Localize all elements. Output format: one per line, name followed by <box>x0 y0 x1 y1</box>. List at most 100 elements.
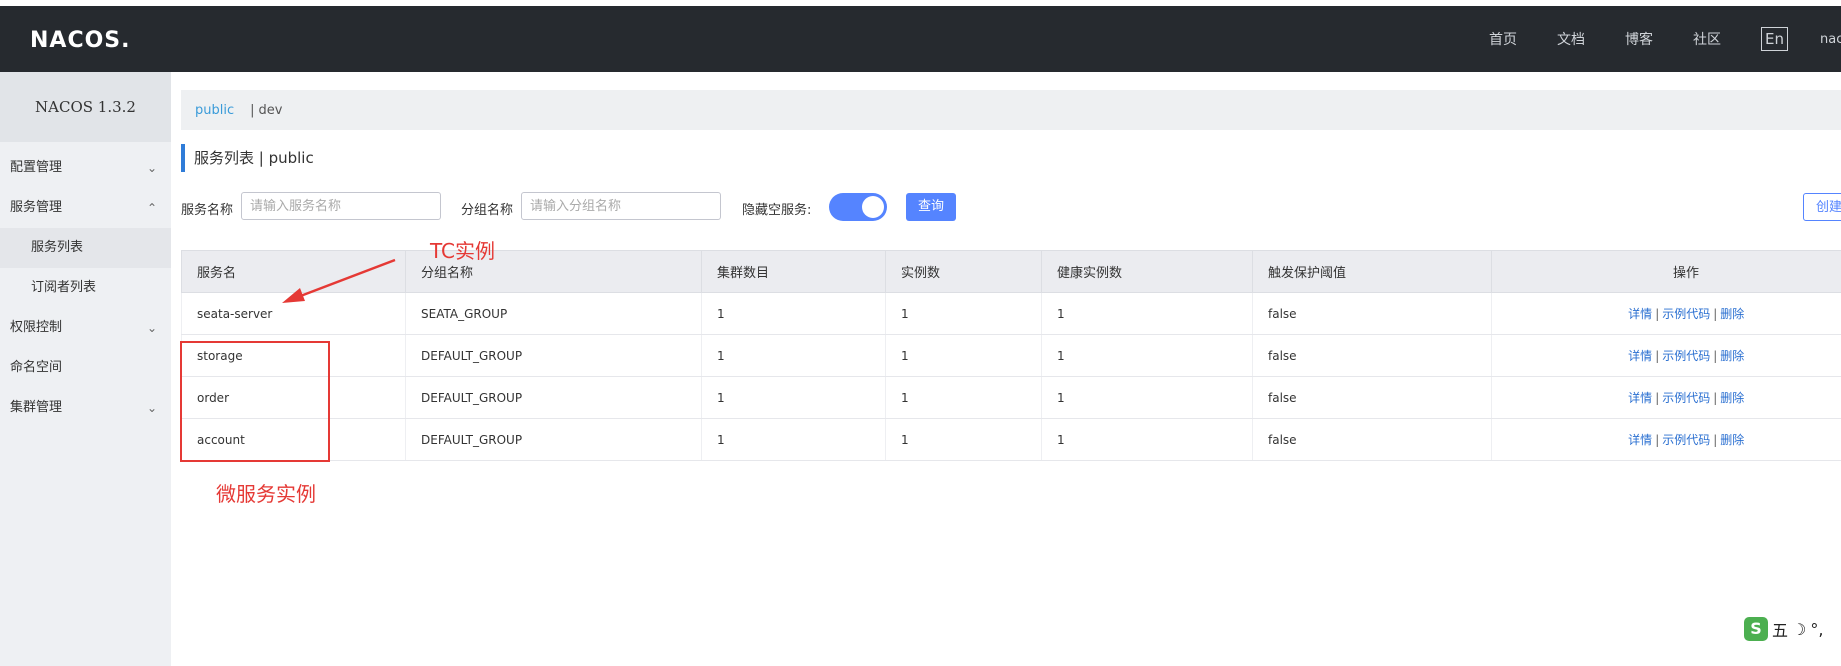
column-header-operations: 操作 <box>1491 250 1841 293</box>
chevron-down-icon: ⌄ <box>146 401 157 415</box>
moon-icon[interactable]: ☽ <box>1792 620 1806 639</box>
op-separator: | <box>1713 349 1718 363</box>
query-button[interactable]: 查询 <box>906 193 956 221</box>
table-row: order DEFAULT_GROUP 1 1 1 false 详情 | 示例代码 |… <box>181 376 1841 419</box>
page-title: 服务列表 | public <box>181 144 314 172</box>
delete-link[interactable]: 删除 <box>1720 433 1744 447</box>
top-header: NACOS. 首页 文档 博客 社区 En nacos <box>0 6 1841 72</box>
column-header-healthy-count[interactable]: 健康实例数 <box>1041 250 1253 293</box>
top-nav: 首页 文档 博客 社区 En nacos <box>1489 6 1841 72</box>
namespace-public-link[interactable]: public <box>195 103 234 118</box>
cluster-count-cell: 1 <box>701 334 886 377</box>
delete-link[interactable]: 删除 <box>1720 349 1744 363</box>
cluster-count-cell: 1 <box>701 376 886 419</box>
sidebar-item-service-management[interactable]: 服务管理 ⌃ <box>0 188 171 228</box>
group-name-cell: DEFAULT_GROUP <box>405 376 702 419</box>
ime-mode-indicator[interactable]: 五 <box>1772 617 1788 641</box>
instance-count-cell: 1 <box>885 292 1042 335</box>
instance-count-cell: 1 <box>885 334 1042 377</box>
threshold-cell: false <box>1252 292 1492 335</box>
hide-empty-label: 隐藏空服务: <box>742 203 812 218</box>
threshold-cell: false <box>1252 334 1492 377</box>
sample-code-link[interactable]: 示例代码 <box>1662 349 1710 363</box>
tc-instance-annotation: TC实例 <box>430 239 496 263</box>
sidebar-item-label: 权限控制 <box>10 320 63 335</box>
punctuation-indicator[interactable]: °, <box>1810 620 1823 639</box>
column-header-instance-count[interactable]: 实例数 <box>885 250 1042 293</box>
delete-link[interactable]: 删除 <box>1720 391 1744 405</box>
sample-code-link[interactable]: 示例代码 <box>1662 307 1710 321</box>
column-header-protect-threshold[interactable]: 触发保护阈值 <box>1252 250 1492 293</box>
detail-link[interactable]: 详情 <box>1628 307 1652 321</box>
user-menu[interactable]: nacos <box>1820 32 1841 47</box>
sample-code-link[interactable]: 示例代码 <box>1662 433 1710 447</box>
create-service-button[interactable]: 创建服务 <box>1803 193 1841 221</box>
op-separator: | <box>1655 391 1660 405</box>
annotation-arrow <box>282 258 396 303</box>
service-name-label: 服务名称 <box>181 203 234 218</box>
operations-cell: 详情 | 示例代码 | 删除 <box>1491 376 1841 419</box>
sidebar-item-subscriber-list[interactable]: 订阅者列表 <box>0 268 171 308</box>
nacos-logo[interactable]: NACOS. <box>30 28 131 53</box>
sidebar-item-config-management[interactable]: 配置管理 ⌄ <box>0 148 171 188</box>
column-header-cluster-count[interactable]: 集群数目 <box>701 250 886 293</box>
namespace-separator: | <box>250 102 255 118</box>
table-row: seata-server SEATA_GROUP 1 1 1 false 详情 |… <box>181 292 1841 335</box>
sidebar-item-namespace[interactable]: 命名空间 <box>0 348 171 388</box>
op-separator: | <box>1655 349 1660 363</box>
op-separator: | <box>1655 433 1660 447</box>
sidebar-item-label: 服务管理 <box>10 200 63 215</box>
sogou-ime-icon[interactable]: S <box>1744 617 1768 641</box>
sidebar-item-label: 集群管理 <box>10 400 63 415</box>
group-name-cell: DEFAULT_GROUP <box>405 334 702 377</box>
sidebar-item-cluster-management[interactable]: 集群管理 ⌄ <box>0 388 171 428</box>
service-name-input[interactable] <box>241 192 441 220</box>
chevron-up-icon: ⌃ <box>146 201 157 215</box>
service-table: 服务名 分组名称 集群数目 实例数 健康实例数 触发保护阈值 操作 seata-… <box>181 250 1841 461</box>
sidebar-item-permission-control[interactable]: 权限控制 ⌄ <box>0 308 171 348</box>
detail-link[interactable]: 详情 <box>1628 391 1652 405</box>
op-separator: | <box>1713 433 1718 447</box>
toggle-knob <box>862 196 884 218</box>
operations-cell: 详情 | 示例代码 | 删除 <box>1491 334 1841 377</box>
sidebar-item-service-list[interactable]: 服务列表 <box>0 228 171 268</box>
nav-home-link[interactable]: 首页 <box>1489 29 1517 49</box>
sidebar: NACOS 1.3.2 配置管理 ⌄ 服务管理 ⌃ 服务列表 订阅者列表 权限控… <box>0 72 171 666</box>
delete-link[interactable]: 删除 <box>1720 307 1744 321</box>
nav-community-link[interactable]: 社区 <box>1693 29 1721 49</box>
chevron-down-icon: ⌄ <box>146 321 157 335</box>
namespace-bar: public | dev <box>181 90 1841 130</box>
sample-code-link[interactable]: 示例代码 <box>1662 391 1710 405</box>
cluster-count-cell: 1 <box>701 292 886 335</box>
nav-blog-link[interactable]: 博客 <box>1625 29 1653 49</box>
sidebar-item-label: 配置管理 <box>10 160 63 175</box>
operations-cell: 详情 | 示例代码 | 删除 <box>1491 292 1841 335</box>
version-label: NACOS 1.3.2 <box>0 72 171 142</box>
filter-bar: 服务名称 分组名称 隐藏空服务: 查询 创建服务 <box>181 192 1841 222</box>
healthy-count-cell: 1 <box>1041 418 1253 461</box>
group-name-cell: SEATA_GROUP <box>405 292 702 335</box>
threshold-cell: false <box>1252 418 1492 461</box>
sidebar-item-label: 命名空间 <box>10 360 63 375</box>
threshold-cell: false <box>1252 376 1492 419</box>
language-switch-button[interactable]: En <box>1761 27 1788 51</box>
detail-link[interactable]: 详情 <box>1628 349 1652 363</box>
group-name-cell: DEFAULT_GROUP <box>405 418 702 461</box>
namespace-dev-link[interactable]: dev <box>259 103 283 118</box>
group-name-input[interactable] <box>521 192 721 220</box>
healthy-count-cell: 1 <box>1041 376 1253 419</box>
instance-count-cell: 1 <box>885 418 1042 461</box>
healthy-count-cell: 1 <box>1041 334 1253 377</box>
chevron-down-icon: ⌄ <box>146 161 157 175</box>
main-content: public | dev 服务列表 | public 服务名称 分组名称 隐藏空… <box>171 72 1841 666</box>
detail-link[interactable]: 详情 <box>1628 433 1652 447</box>
microservice-highlight-box <box>180 341 330 462</box>
cluster-count-cell: 1 <box>701 418 886 461</box>
hide-empty-toggle[interactable] <box>829 193 887 221</box>
op-separator: | <box>1655 307 1660 321</box>
op-separator: | <box>1713 391 1718 405</box>
nav-docs-link[interactable]: 文档 <box>1557 29 1585 49</box>
ime-toolbar: S 五 ☽ °, <box>1744 614 1841 644</box>
table-row: storage DEFAULT_GROUP 1 1 1 false 详情 | 示例代… <box>181 334 1841 377</box>
operations-cell: 详情 | 示例代码 | 删除 <box>1491 418 1841 461</box>
